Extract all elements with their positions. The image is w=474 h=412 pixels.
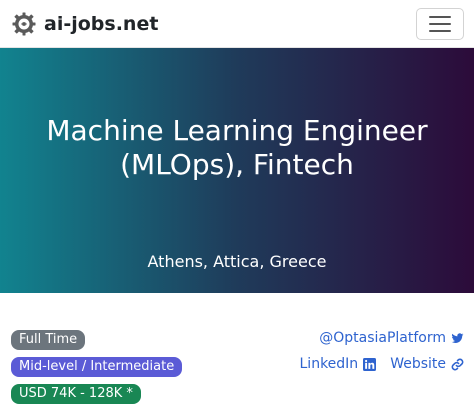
gear-brain-logo-icon [12,12,36,36]
twitter-icon [451,332,464,343]
job-hero-banner: Machine Learning Engineer (MLOps), Finte… [0,48,474,293]
linkedin-link[interactable]: LinkedIn [300,354,377,374]
experience-level-badge: Mid-level / Intermediate [11,357,183,377]
company-social-row: @OptasiaPlatform [319,328,464,348]
job-location: Athens, Attica, Greece [147,252,327,271]
twitter-handle: @OptasiaPlatform [319,330,446,346]
website-label: Website [390,356,446,372]
linkedin-icon [363,357,377,371]
brand-link[interactable]: ai-jobs.net [12,10,158,38]
job-title: Machine Learning Engineer (MLOps), Finte… [46,114,428,181]
link-icon [451,358,464,370]
brand-name: ai-jobs.net [44,13,159,35]
company-links-row: LinkedIn Website [300,354,465,374]
employment-type-badge: Full Time [11,330,86,350]
twitter-link[interactable]: @OptasiaPlatform [319,328,464,348]
hamburger-menu-icon [429,16,451,32]
top-navbar: ai-jobs.net [0,0,474,48]
website-link[interactable]: Website [390,354,464,374]
menu-toggle-button[interactable] [416,8,464,40]
salary-badge: USD 74K - 128K * [11,384,141,404]
linkedin-label: LinkedIn [299,356,359,372]
